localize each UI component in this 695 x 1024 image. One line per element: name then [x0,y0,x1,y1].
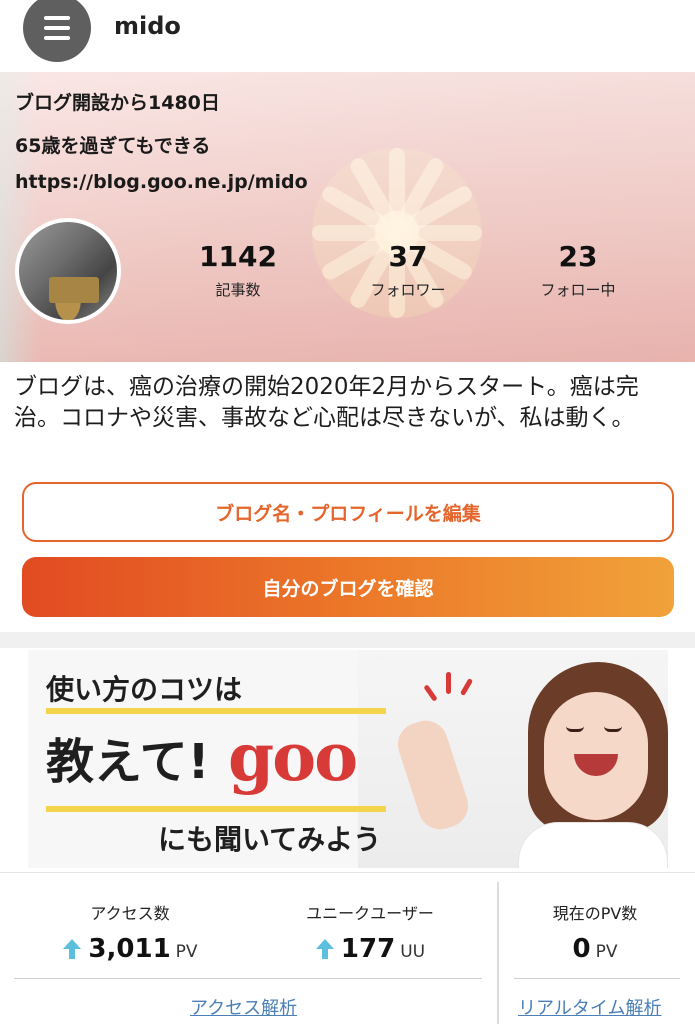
unique-users-unit: UU [400,942,426,962]
access-count-value: 3,011 [88,934,171,964]
access-count-unit: PV [175,942,198,962]
stat-following[interactable]: 23 フォロー中 [508,240,648,300]
blog-url[interactable]: https://blog.goo.ne.jp/mido [15,171,308,193]
arrow-up-icon [315,938,335,960]
stat-followers-value: 37 [388,240,428,273]
stat-articles[interactable]: 1142 記事数 [168,240,308,300]
unique-users-label: ユニークユーザー [306,904,434,923]
avatar[interactable] [15,218,121,324]
hamburger-icon[interactable] [23,0,91,62]
unique-users-value: 177 [340,934,396,964]
smiling-woman-image [518,662,668,868]
stat-articles-label: 記事数 [215,281,261,299]
profile-header-banner [0,72,695,362]
current-pv-unit: PV [595,942,618,962]
stat-followers[interactable]: 37 フォロワー [338,240,478,300]
oshiete-goo-ad-banner[interactable]: 使い方のコツは 教えて! goo にも聞いてみよう [28,650,668,868]
stat-articles-value: 1142 [199,240,277,273]
ad-subline: にも聞いてみよう [158,823,382,856]
ad-headline: 使い方のコツは [46,673,243,706]
blog-tagline: 65歳を過ぎてもできる [15,135,211,157]
ad-title: 教えて! [46,734,210,790]
stat-following-label: フォロー中 [540,281,616,299]
unique-users: ユニークユーザー 177 UU [270,900,470,964]
top-bar: mido [0,0,695,72]
arrow-up-icon [62,938,82,960]
edit-profile-button[interactable]: ブログ名・プロフィールを編集 [22,482,674,542]
access-analysis-link[interactable]: アクセス解析 [190,994,297,1020]
profile-description: ブログは、癌の治療の開始2020年2月からスタート。癌は完治。コロナや災害、事故… [14,374,639,431]
blog-age: ブログ開設から1480日 [15,92,220,114]
current-pv-value: 0 [572,934,591,964]
current-pv: 現在のPV数 0 PV [520,900,670,964]
access-count-label: アクセス数 [90,904,170,923]
view-my-blog-button[interactable]: 自分のブログを確認 [22,557,674,617]
stat-following-value: 23 [558,240,598,273]
access-count: アクセス数 3,011 PV [40,900,220,964]
current-pv-label: 現在のPV数 [552,904,638,923]
blog-username: mido [114,12,181,40]
section-divider [0,632,695,648]
realtime-analysis-link[interactable]: リアルタイム解析 [518,994,661,1020]
goo-logo: goo [228,718,358,796]
stat-followers-label: フォロワー [370,281,446,299]
